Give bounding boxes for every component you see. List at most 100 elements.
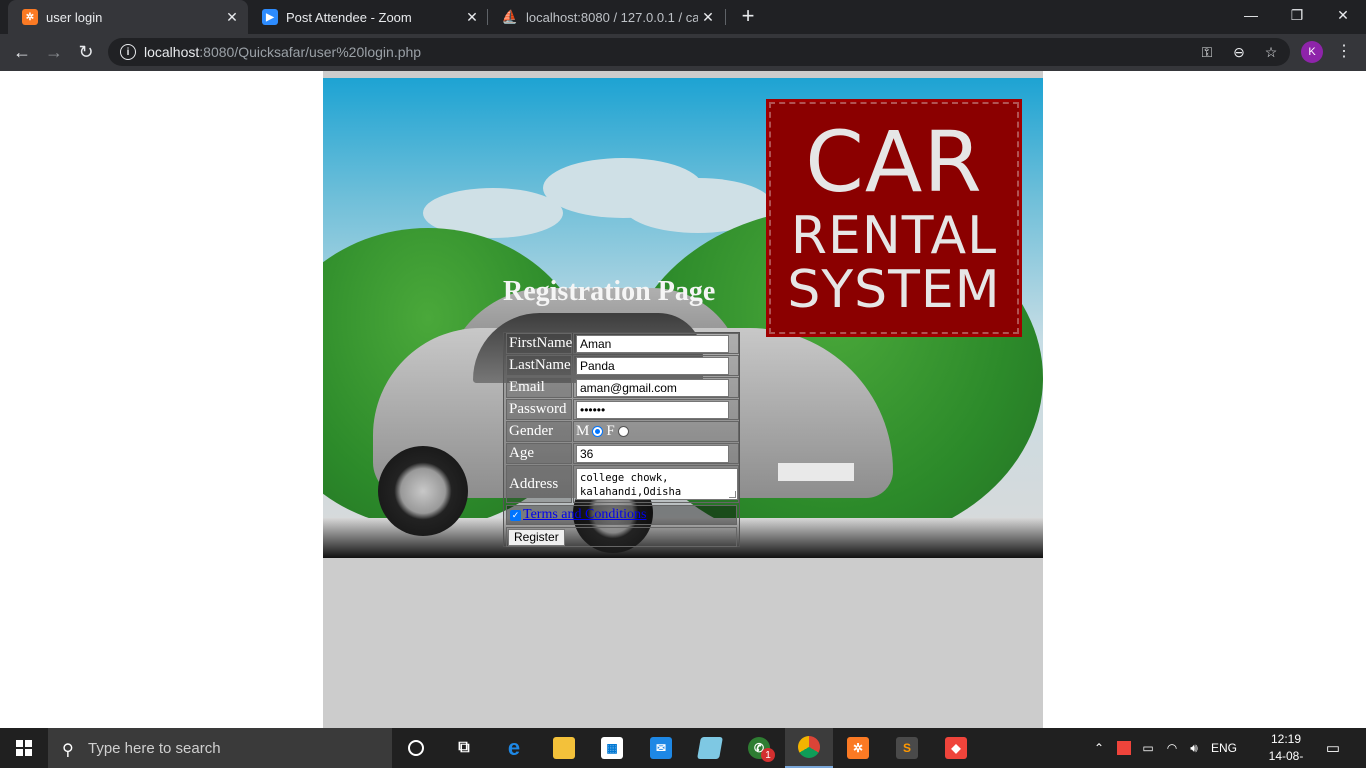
firstname-cell: Aman xyxy=(573,333,739,354)
terms-link[interactable]: Terms and Conditions xyxy=(523,507,646,523)
task-view-button[interactable]: ⧉ xyxy=(440,728,488,768)
search-placeholder: Type here to search xyxy=(88,739,221,757)
taskbar-file-explorer[interactable] xyxy=(540,728,588,768)
more-menu-icon[interactable]: ⋮ xyxy=(1336,40,1352,64)
reload-button[interactable]: ↻ xyxy=(72,38,100,66)
zoom-icon: ▶ xyxy=(262,9,278,25)
tab-separator xyxy=(725,9,726,25)
xampp-icon: ✲ xyxy=(22,9,38,25)
terms-checkbox[interactable]: ✓ xyxy=(510,509,521,521)
site-info-icon[interactable]: i xyxy=(120,44,136,60)
password-input[interactable]: •••••• xyxy=(576,400,729,419)
password-label: Password xyxy=(506,399,572,420)
registration-form: FirstName Aman LastName Panda Email aman… xyxy=(503,332,740,547)
terms-row: ✓ Terms and Conditions xyxy=(506,505,737,525)
maximize-button[interactable]: ❐ xyxy=(1274,0,1320,30)
key-icon[interactable]: ⚿ xyxy=(1198,43,1216,61)
volume-icon[interactable]: 🔊︎ xyxy=(1184,728,1204,768)
windows-logo-icon xyxy=(16,740,32,756)
gender-cell: M F xyxy=(573,421,739,442)
start-button[interactable] xyxy=(0,728,48,768)
tab-zoom[interactable]: ▶ Post Attendee - Zoom ✕ xyxy=(248,0,488,34)
taskbar-anydesk[interactable]: ◆ xyxy=(932,728,980,768)
address-bar[interactable]: i localhost:8080/Quicksafar/user%20login… xyxy=(108,38,1290,66)
notification-badge: 1 xyxy=(761,748,775,762)
firstname-input[interactable]: Aman xyxy=(576,334,729,353)
age-cell: 36 xyxy=(573,443,739,464)
forward-button[interactable]: → xyxy=(40,38,68,66)
windows-taskbar: ⚲ Type here to search ⧉ e ▦ ✉ ✆ 1 ✲ S ◆ … xyxy=(0,728,1366,780)
taskbar-edge[interactable]: e xyxy=(490,728,538,768)
edge-icon: e xyxy=(507,735,521,760)
zoom-out-icon[interactable]: ⊖ xyxy=(1230,43,1248,61)
register-button[interactable]: Register xyxy=(508,528,565,546)
bookmark-star-icon[interactable]: ☆ xyxy=(1262,43,1280,61)
url-text: localhost:8080/Quicksafar/user%20login.p… xyxy=(144,44,422,60)
tab-title: localhost:8080 / 127.0.0.1 / cardb xyxy=(526,9,698,25)
taskbar-xampp[interactable]: ✲ xyxy=(834,728,882,768)
age-label: Age xyxy=(506,443,572,464)
cortana-icon xyxy=(408,740,424,756)
email-cell: aman@gmail.com xyxy=(573,377,739,398)
address-label: Address xyxy=(506,465,572,503)
tab-user-login[interactable]: ✲ user login ✕ xyxy=(8,0,248,34)
clock[interactable]: 12:19 14-08-2020 xyxy=(1258,731,1314,782)
taskbar-chrome[interactable] xyxy=(785,728,833,768)
gender-label: Gender xyxy=(506,421,572,442)
resize-grip-icon[interactable] xyxy=(729,491,736,498)
close-icon[interactable]: ✕ xyxy=(462,7,482,27)
close-window-button[interactable]: ✕ xyxy=(1320,0,1366,30)
lastname-label: LastName xyxy=(506,355,572,376)
anydesk-tray-icon[interactable] xyxy=(1114,728,1134,768)
search-icon: ⚲ xyxy=(62,742,74,759)
show-hidden-icons[interactable]: ⌃ xyxy=(1090,728,1108,768)
taskbar-store[interactable]: ▦ xyxy=(588,728,636,768)
battery-icon[interactable]: ▭ xyxy=(1138,728,1158,768)
gender-m-label: M xyxy=(576,423,590,439)
register-row: Register xyxy=(506,527,737,547)
xampp-icon: ✲ xyxy=(847,737,869,759)
browser-toolbar: ← → ↻ i localhost:8080/Quicksafar/user%2… xyxy=(0,34,1366,71)
tab-phpmyadmin[interactable]: ⛵ localhost:8080 / 127.0.0.1 / cardb ✕ xyxy=(488,0,724,34)
email-label: Email xyxy=(506,377,572,398)
taskbar-whatsapp[interactable]: ✆ 1 xyxy=(735,728,783,768)
back-button[interactable]: ← xyxy=(8,38,36,66)
age-input[interactable]: 36 xyxy=(576,444,729,463)
gender-f-label: F xyxy=(606,423,615,439)
taskbar-mail[interactable]: ✉ xyxy=(637,728,685,768)
taskbar-sublime[interactable]: S xyxy=(883,728,931,768)
email-input[interactable]: aman@gmail.com xyxy=(576,378,729,397)
tab-title: user login xyxy=(46,9,103,25)
lastname-input[interactable]: Panda xyxy=(576,356,729,375)
wifi-icon[interactable]: ◠ xyxy=(1162,728,1182,768)
store-icon: ▦ xyxy=(601,737,623,759)
browser-tab-strip: ✲ user login ✕ ▶ Post Attendee - Zoom ✕ … xyxy=(0,0,1366,34)
page-title: Registration Page xyxy=(503,276,716,307)
cortana-button[interactable] xyxy=(392,728,440,768)
folder-icon xyxy=(553,737,575,759)
profile-avatar[interactable]: K xyxy=(1301,41,1323,63)
license-plate xyxy=(778,463,854,481)
new-tab-button[interactable]: + xyxy=(736,5,760,29)
close-icon[interactable]: ✕ xyxy=(222,7,242,27)
car-wheel xyxy=(378,446,468,536)
address-cell: college chowk, kalahandi,Odisha xyxy=(573,465,739,503)
close-icon[interactable]: ✕ xyxy=(698,7,718,27)
notifications-icon[interactable]: ▭ xyxy=(1322,728,1344,768)
lastname-cell: Panda xyxy=(573,355,739,376)
clock-date: 14-08-2020 xyxy=(1268,749,1304,780)
taskbar-search-box[interactable]: ⚲ Type here to search xyxy=(48,728,392,768)
gender-m-radio[interactable] xyxy=(592,426,604,437)
taskbar-app-blue[interactable] xyxy=(686,728,734,768)
language-indicator[interactable]: ENG xyxy=(1208,728,1240,768)
notepad-icon xyxy=(697,737,723,759)
address-textarea[interactable]: college chowk, kalahandi,Odisha xyxy=(576,468,738,500)
anydesk-icon: ◆ xyxy=(945,737,967,759)
phpmyadmin-icon: ⛵ xyxy=(501,9,519,24)
clock-time: 12:19 xyxy=(1270,732,1302,746)
gender-f-radio[interactable] xyxy=(617,426,629,437)
task-view-icon: ⧉ xyxy=(458,739,470,756)
sublime-text-icon: S xyxy=(896,737,918,759)
firstname-label: FirstName xyxy=(506,333,572,354)
minimize-button[interactable]: — xyxy=(1228,0,1274,30)
